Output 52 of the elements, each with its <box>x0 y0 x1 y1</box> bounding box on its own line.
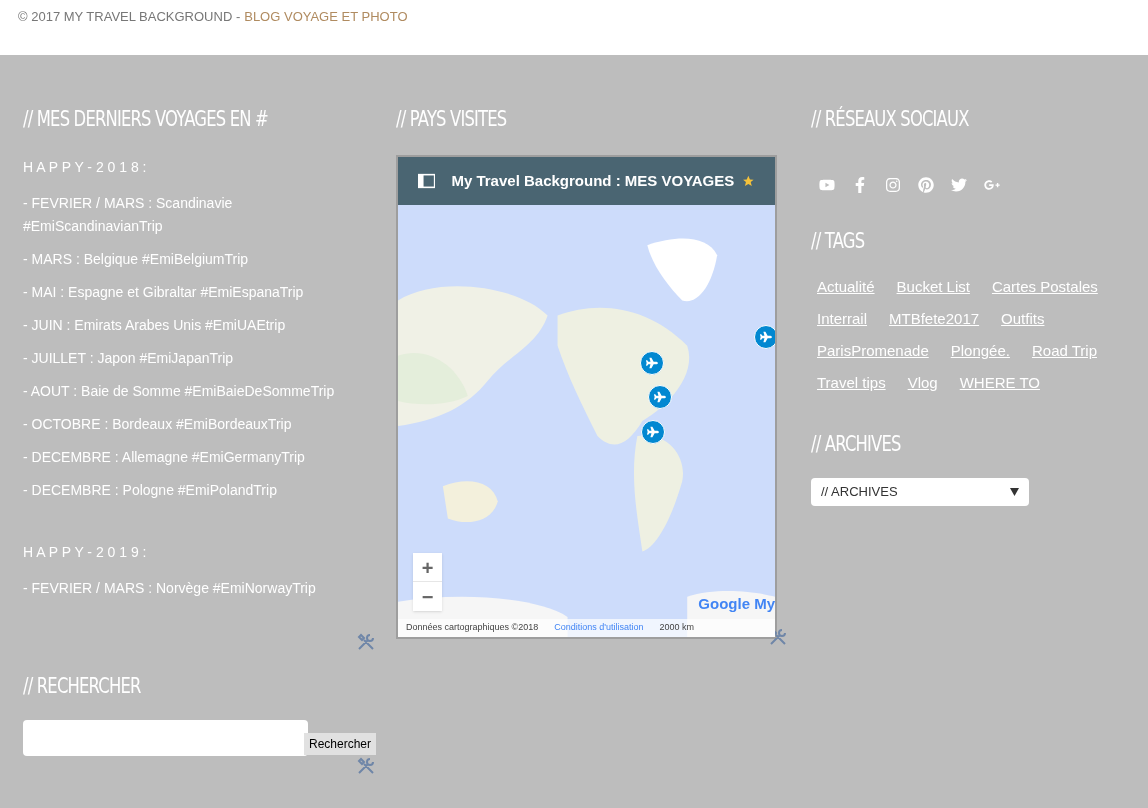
tag-link[interactable]: Vlog <box>907 371 938 394</box>
tag-link[interactable]: Bucket List <box>896 275 970 298</box>
tag-link[interactable]: Plongée. <box>950 339 1010 362</box>
trip-entry: - JUIN : Emirats Arabes Unis #EmiUAEtrip <box>23 316 287 335</box>
section-heading: // RÉSEAUX SOCIAUX <box>811 105 970 133</box>
trip-entry: - OCTOBRE : Bordeaux #EmiBordeauxTrip <box>23 415 293 434</box>
tools-icon[interactable] <box>356 632 376 652</box>
trip-entry: - MAI : Espagne et Gibraltar #EmiEspanaTrip <box>23 283 305 302</box>
section-heading: // RECHERCHER <box>23 673 142 700</box>
trip-entry: - FEVRIER / MARS : Norvège #EmiNorwayTrip <box>23 579 317 598</box>
tag-link[interactable]: MTBfete2017 <box>889 307 980 330</box>
dropdown-caret-icon <box>1010 488 1019 496</box>
trip-entry: - DECEMBRE : Pologne #EmiPolandTrip <box>23 481 278 500</box>
copyright-text: © 2017 MY TRAVEL BACKGROUND - <box>18 8 241 26</box>
year-heading: H A P P Y - 2 0 1 9 : <box>23 543 148 562</box>
tag-link[interactable]: Cartes Postales <box>991 275 1098 298</box>
trip-entry: - FEVRIER / MARS : Scandinavie #EmiScandinavianTrip <box>23 194 234 236</box>
map-logo: Google My <box>698 593 775 614</box>
trip-entry: - DECEMBRE : Allemagne #EmiGermanyTrip <box>23 448 306 467</box>
tools-icon[interactable] <box>768 627 788 647</box>
tag-link[interactable]: Travel tips <box>817 371 886 394</box>
instagram-icon[interactable] <box>885 177 901 193</box>
sidebar-toggle-icon[interactable] <box>418 172 436 190</box>
section-heading: // PAYS VISITES <box>396 106 508 133</box>
search-field[interactable] <box>23 720 308 756</box>
twitter-icon[interactable] <box>951 177 967 193</box>
youtube-icon[interactable] <box>819 177 835 193</box>
tag-link[interactable]: Interrail <box>817 307 868 330</box>
section-heading: // TAGS <box>811 228 866 255</box>
archives-select[interactable]: // ARCHIVES <box>811 478 1029 506</box>
tag-link[interactable]: Outfits <box>1001 307 1045 330</box>
zoom-in-button[interactable]: + <box>413 553 442 582</box>
trip-entry: - JUILLET : Japon #EmiJapanTrip <box>23 349 235 368</box>
section-heading: // ARCHIVES <box>811 431 902 458</box>
map-attribution: Données cartographiques ©2018 <box>406 621 539 635</box>
trip-entry: - MARS : Belgique #EmiBelgiumTrip <box>23 250 250 269</box>
tools-icon[interactable] <box>356 756 376 776</box>
zoom-out-button[interactable]: − <box>413 582 442 611</box>
trip-entry: - AOUT : Baie de Somme #EmiBaieDeSommeTrip <box>23 382 336 401</box>
map-title: My Travel Background : MES VOYAGES <box>451 170 735 191</box>
tag-link[interactable]: Road Trip <box>1031 339 1097 362</box>
blog-link[interactable]: BLOG VOYAGE ET PHOTO <box>244 7 408 55</box>
tag-link[interactable]: Actualité <box>817 275 875 298</box>
year-heading: H A P P Y - 2 0 1 8 : <box>23 158 148 177</box>
tag-link[interactable]: ParisPromenade <box>817 339 929 362</box>
pinterest-icon[interactable] <box>918 177 934 193</box>
section-heading: // MES DERNIERS VOYAGES EN # <box>23 106 269 133</box>
google-plus-icon[interactable] <box>984 177 1000 193</box>
star-icon[interactable] <box>742 173 755 189</box>
map-scale: 2000 km <box>659 621 695 635</box>
tag-link[interactable]: WHERE TO <box>959 371 1040 394</box>
terms-link[interactable]: Conditions d'utilisation <box>554 621 644 635</box>
